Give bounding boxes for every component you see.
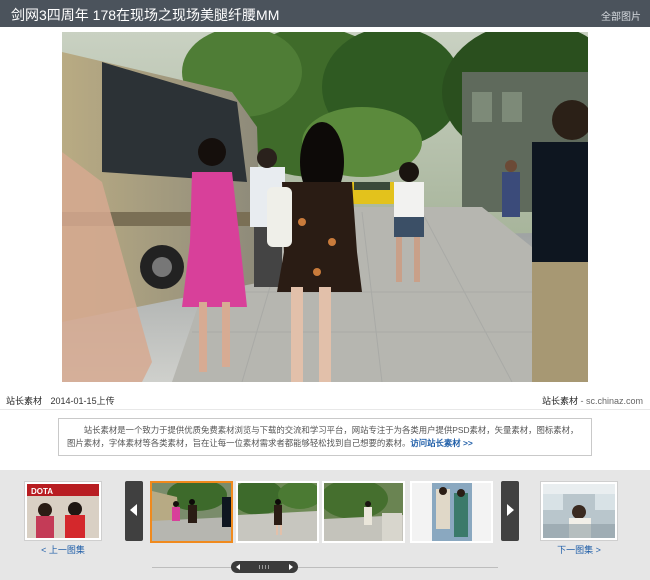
source-site[interactable]: 站长素材 - sc.chinaz.com bbox=[542, 394, 643, 407]
thumbnail-item[interactable] bbox=[410, 481, 493, 543]
main-photo[interactable] bbox=[62, 32, 588, 382]
thumbnail-scroll-track[interactable] bbox=[152, 567, 498, 568]
visit-site-link[interactable]: 访问站长素材 >> bbox=[410, 438, 472, 448]
prev-album-thumb[interactable]: DOTA bbox=[24, 481, 102, 541]
thumbnail-image bbox=[152, 483, 231, 541]
prev-album-image: DOTA bbox=[27, 484, 99, 538]
description-body: 站长素材是一个致力于提供优质免费素材浏览与下载的交流和学习平台，网站专注于为各类… bbox=[67, 425, 579, 448]
grip-icon bbox=[259, 565, 270, 569]
next-album-thumb[interactable] bbox=[540, 481, 618, 541]
next-album-image bbox=[543, 484, 615, 538]
source-site-name: 站长素材 bbox=[541, 396, 578, 406]
thumbnail-item[interactable] bbox=[322, 481, 405, 543]
divider bbox=[0, 409, 650, 410]
chevron-left-icon bbox=[130, 504, 137, 516]
thumbnail-item[interactable] bbox=[150, 481, 233, 543]
header-bar: 剑网3四周年 178在现场之现场美腿纤腰MM 全部图片 bbox=[0, 0, 650, 27]
author-name[interactable]: 站长素材 bbox=[6, 396, 42, 406]
thumbnail-item[interactable] bbox=[236, 481, 319, 543]
photo-meta: 站长素材 2014-01-15上传 bbox=[6, 394, 115, 407]
prev-album-link[interactable]: < 上一图集 bbox=[24, 543, 102, 556]
thumbnail-gallery: DOTA < 上一图集 下一图集 > bbox=[0, 470, 650, 580]
upload-date: 2014-01-15上传 bbox=[50, 396, 115, 406]
scroll-right-icon bbox=[289, 564, 293, 570]
description-box: 站长素材是一个致力于提供优质免费素材浏览与下载的交流和学习平台，网站专注于为各类… bbox=[58, 418, 592, 456]
page-title: 剑网3四周年 178在现场之现场美腿纤腰MM bbox=[11, 7, 280, 23]
description-text: 站长素材是一个致力于提供优质免费素材浏览与下载的交流和学习平台，网站专注于为各类… bbox=[67, 424, 585, 450]
thumbnail-image bbox=[324, 483, 403, 541]
thumbnail-image bbox=[238, 483, 317, 541]
thumbnail-image bbox=[412, 483, 491, 541]
thumbs-next-button[interactable] bbox=[501, 481, 519, 541]
photo-info-bar: 站长素材 2014-01-15上传 站长素材 - sc.chinaz.com bbox=[0, 390, 650, 408]
scroll-left-icon bbox=[236, 564, 240, 570]
thumbnail-scroll-handle[interactable] bbox=[231, 561, 298, 573]
thumbs-prev-button[interactable] bbox=[125, 481, 143, 541]
main-photo-image bbox=[62, 32, 588, 382]
chevron-right-icon bbox=[507, 504, 514, 516]
next-album-link[interactable]: 下一图集 > bbox=[540, 543, 618, 556]
all-photos-link[interactable]: 全部图片 bbox=[601, 8, 641, 23]
prev-album-banner-text: DOTA bbox=[31, 487, 53, 496]
source-site-domain: - sc.chinaz.com bbox=[577, 396, 643, 406]
